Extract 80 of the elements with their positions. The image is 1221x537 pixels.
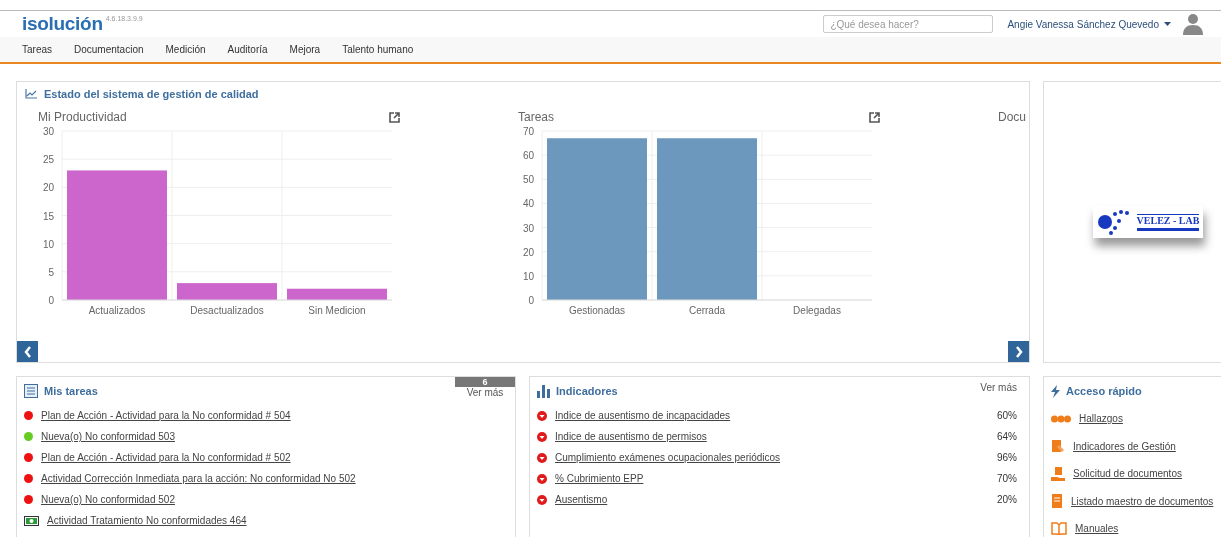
indicator-link[interactable]: Indice de ausentismo de incapacidades [555, 410, 731, 421]
previous-button[interactable] [17, 341, 38, 362]
user-menu[interactable]: Angie Vanessa Sánchez Quevedo [1007, 18, 1171, 30]
task-link[interactable]: Plan de Acción - Actividad para la No conformidad # 504 [41, 410, 291, 421]
indicator-value: 96% [997, 452, 1017, 463]
quick-access-link[interactable]: Hallazgos [1079, 413, 1123, 425]
chart-title: Tareas [518, 110, 556, 124]
tick-label: 10 [42, 238, 54, 250]
indicator-link[interactable]: Cumplimiento exámenes ocupacionales periódicos [555, 452, 781, 463]
external-link-icon[interactable] [869, 111, 880, 123]
nav-tab[interactable]: Talento humano [342, 44, 414, 55]
tick-label: 0 [48, 295, 54, 306]
tick-label: 20 [42, 182, 54, 194]
task-link[interactable]: Plan de Acción - Actividad para la No conformidad # 502 [41, 452, 291, 463]
nav-tab[interactable]: Mejora [289, 44, 321, 55]
nav-tab[interactable]: Documentacion [74, 44, 144, 55]
chevron-right-icon [1014, 345, 1023, 358]
task-link[interactable]: Actividad Corrección Inmediata para la acción: No conformidad No 502 [41, 473, 356, 484]
category-label: Actualizados [88, 305, 146, 316]
caret-icon [1164, 22, 1171, 26]
indicator-value: 64% [997, 431, 1017, 442]
indicator-value: 70% [997, 473, 1017, 484]
quick-access-link[interactable]: Manuales [1075, 523, 1119, 535]
indicator-link[interactable]: % Cubrimiento EPP [555, 473, 644, 484]
category-label: Delegadas [793, 305, 841, 316]
external-link-icon[interactable] [389, 111, 400, 123]
dots-icon [1051, 414, 1071, 423]
see-more-link[interactable]: Ver más [980, 382, 1017, 393]
indicator-link[interactable]: Indice de ausentismo de permisos [555, 431, 707, 442]
hand-document-icon [1051, 466, 1065, 481]
task-link[interactable]: Nueva(o) No conformidad 502 [41, 494, 175, 505]
nav-tab[interactable]: Tareas [22, 44, 52, 55]
tick-label: 5 [48, 266, 54, 278]
indicator-link[interactable]: Ausentismo [555, 494, 608, 505]
chart-title: Mi Productividad [38, 110, 128, 124]
document-chart-icon [1051, 439, 1065, 454]
tick-label: 30 [42, 126, 54, 137]
panel-title: Indicadores [556, 385, 619, 397]
chevron-left-icon [23, 345, 32, 358]
task-link[interactable]: Actividad Tratamiento No conformidades 464 [47, 515, 247, 526]
chart-title: Docu [998, 110, 1027, 124]
document-icon [1051, 494, 1063, 509]
bar-chart-icon [537, 384, 550, 398]
quick-access-link[interactable]: Solicitud de documentos [1073, 468, 1182, 480]
screen-icon [24, 515, 39, 526]
nav-tab[interactable]: Auditoría [227, 44, 268, 55]
list-icon [24, 384, 38, 398]
category-label: Sin Medicion [308, 305, 366, 316]
indicator-value: 20% [997, 494, 1017, 505]
tick-label: 0 [528, 295, 534, 306]
tick-label: 20 [522, 246, 534, 258]
logo-name: VELEZ - LAB [1136, 214, 1200, 226]
panel-title: Estado del sistema de gestión de calidad [44, 88, 259, 100]
tick-label: 10 [522, 270, 534, 282]
tick-label: 70 [522, 126, 534, 137]
panel-title: Acceso rápido [1066, 385, 1143, 397]
tick-label: 60 [522, 150, 534, 162]
category-label: Gestionadas [568, 305, 626, 316]
category-label: Cerrada [688, 305, 726, 316]
tick-label: 15 [42, 210, 54, 222]
see-more-link[interactable]: Ver más [466, 387, 504, 398]
user-avatar-icon[interactable] [1183, 13, 1203, 35]
tick-label: 50 [522, 174, 534, 186]
quick-access-link[interactable]: Listado maestro de documentos [1071, 495, 1214, 507]
app-logo: isolución [22, 13, 103, 35]
search-field[interactable]: ¿Qué desea hacer? [823, 15, 994, 33]
book-icon [1051, 522, 1067, 536]
count-badge: 6 [455, 377, 515, 387]
line-chart-icon [25, 89, 37, 99]
nav-tab[interactable]: Medición [165, 44, 206, 55]
lightning-icon [1051, 384, 1060, 398]
task-link[interactable]: Nueva(o) No conformidad 503 [41, 431, 175, 442]
category-label: Desactualizados [190, 305, 264, 316]
quick-access-link[interactable]: Indicadores de Gestión [1073, 440, 1176, 452]
tick-label: 25 [42, 154, 54, 166]
panel-title: Mis tareas [44, 385, 99, 397]
tick-label: 30 [522, 222, 534, 234]
tick-label: 40 [522, 198, 534, 210]
indicator-value: 60% [997, 410, 1017, 421]
next-button[interactable] [1008, 341, 1029, 362]
